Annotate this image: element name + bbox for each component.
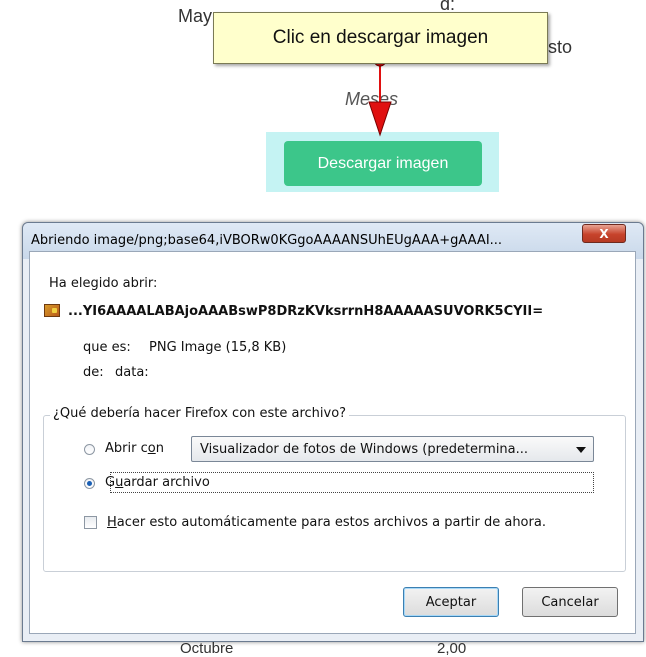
dialog-title: Abriendo image/png;base64,iVBORw0KGgoAAA… (31, 233, 503, 248)
background-text-octubre: Octubre (180, 640, 234, 657)
chevron-down-icon (576, 447, 586, 453)
image-file-icon (44, 304, 60, 317)
open-with-label-start: Abrir c (105, 441, 148, 456)
file-name: ...YI6AAAALABAjoAAABswP8DRzKVksrrnH8AAAA… (68, 304, 544, 319)
download-image-button[interactable]: Descargar imagen (284, 141, 482, 186)
auto-action-label-end: acer esto automáticamente para estos arc… (116, 515, 546, 530)
ok-button-label: Aceptar (425, 594, 477, 610)
cancel-button-label: Cancelar (541, 594, 599, 610)
from-label: de: (83, 365, 104, 380)
callout-text: Clic en descargar imagen (272, 27, 489, 48)
ok-button[interactable]: Aceptar (403, 587, 499, 617)
open-file-dialog: Abriendo image/png;base64,iVBORw0KGgoAAA… (22, 222, 644, 642)
open-with-app-select[interactable]: Visualizador de fotos de Windows (predet… (191, 436, 594, 462)
auto-action-mnemonic: H (107, 515, 117, 530)
save-file-label-end: ardar archivo (123, 475, 210, 490)
close-icon: X (599, 226, 609, 241)
type-label: que es: (83, 340, 131, 355)
background-text-sto: sto (548, 37, 573, 57)
cancel-button[interactable]: Cancelar (522, 587, 618, 617)
from-value: data: (115, 365, 149, 380)
auto-action-label[interactable]: Hacer esto automáticamente para estos ar… (107, 515, 546, 530)
open-with-app-value: Visualizador de fotos de Windows (predet… (200, 442, 529, 457)
open-with-label-end: n (155, 441, 164, 456)
auto-action-checkbox[interactable] (84, 516, 97, 529)
dialog-content: Ha elegido abrir: ...YI6AAAALABAjoAAABsw… (29, 251, 636, 634)
open-with-label[interactable]: Abrir con (105, 441, 164, 456)
save-file-label[interactable]: Guardar archivo (105, 475, 210, 490)
save-file-radio[interactable] (84, 478, 95, 489)
open-with-mnemonic: o (147, 441, 156, 456)
tutorial-callout: Clic en descargar imagen (213, 12, 548, 64)
close-button[interactable]: X (582, 224, 626, 243)
chosen-open-label: Ha elegido abrir: (49, 276, 158, 291)
type-value: PNG Image (15,8 KB) (149, 340, 287, 355)
background-text-may: May (178, 6, 213, 26)
action-question: ¿Qué debería hacer Firefox con este arch… (50, 406, 350, 421)
save-file-label-start: G (105, 475, 116, 490)
open-with-radio[interactable] (84, 444, 95, 455)
background-text-value: 2,00 (437, 640, 467, 657)
